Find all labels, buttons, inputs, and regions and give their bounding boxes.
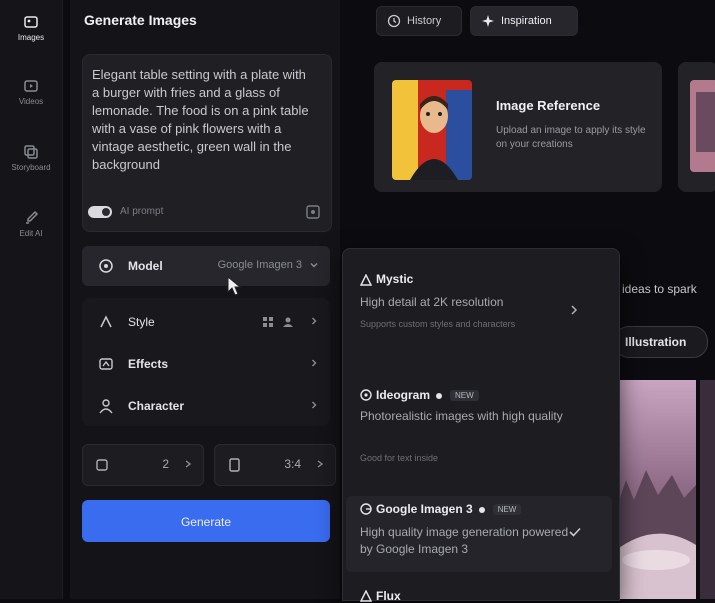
settings-icon[interactable] — [305, 204, 321, 220]
tab-inspiration[interactable]: Inspiration — [470, 6, 578, 36]
option-description: High detail at 2K resolution — [360, 295, 504, 309]
option-name-text: Google Imagen 3 — [376, 502, 473, 516]
ai-prompt-toggle[interactable] — [88, 206, 112, 218]
new-badge: NEW — [492, 504, 522, 516]
style-label: Style — [128, 315, 155, 329]
sparkle-icon — [482, 15, 494, 27]
clock-icon — [387, 14, 401, 28]
aspect-ratio-stepper[interactable]: 3:4 — [214, 444, 336, 486]
tab-label: History — [407, 15, 442, 27]
reference-thumbnail-art — [392, 80, 472, 180]
status-dot — [478, 506, 485, 513]
aspect-ratio-value: 3:4 — [284, 457, 301, 471]
chevron-down-icon — [310, 263, 318, 268]
chevron-right-icon — [571, 305, 578, 315]
gallery-image[interactable] — [616, 380, 696, 599]
stepper-arrow-icon[interactable] — [183, 458, 193, 470]
tab-history[interactable]: History — [376, 6, 462, 36]
rail-item-images[interactable]: Images — [6, 10, 56, 50]
gallery-image-peek[interactable] — [700, 380, 715, 599]
option-name: Flux — [376, 589, 401, 603]
next-card-peek[interactable] — [678, 62, 715, 192]
rail-item-storyboard[interactable]: Storyboard — [6, 144, 56, 172]
flux-icon — [360, 590, 372, 602]
chevron-right-icon — [312, 401, 317, 409]
ai-prompt-label: AI prompt — [120, 206, 164, 217]
model-icon — [99, 259, 113, 273]
option-description: High quality image generation powered by… — [360, 525, 569, 556]
prompt-input[interactable]: Elegant table setting with a plate with … — [92, 66, 312, 174]
gallery-image-art — [616, 380, 696, 599]
aspect-ratio-icon — [229, 458, 240, 472]
character-label: Character — [128, 399, 185, 413]
option-description: Photorealistic images with high quality — [360, 409, 563, 423]
effects-label: Effects — [128, 357, 169, 371]
option-meta: Supports custom styles and characters — [360, 319, 516, 329]
rail-item-videos[interactable]: Videos — [6, 78, 56, 106]
rail-item-edit-ai[interactable]: Edit AI — [6, 210, 56, 238]
reference-title: Image Reference — [496, 98, 601, 113]
nav-rail: Images Videos Storyboard Edit AI — [0, 0, 63, 599]
rail-item-label: Images — [17, 33, 45, 42]
video-icon — [24, 80, 38, 92]
style-row[interactable]: Style — [82, 302, 330, 342]
rail-item-label: Storyboard — [11, 163, 51, 172]
model-label: Model — [128, 259, 163, 273]
effects-row[interactable]: Effects — [82, 344, 330, 384]
brush-icon — [26, 210, 39, 224]
option-name: Google Imagen 3 NEW — [376, 502, 522, 516]
count-stepper[interactable]: 2 — [82, 444, 204, 486]
checkmark-icon — [569, 527, 581, 537]
person-icon — [283, 317, 293, 327]
cursor-icon — [227, 276, 242, 296]
option-name: Ideogram NEW — [376, 388, 479, 402]
count-icon — [96, 459, 108, 471]
google-icon — [360, 503, 372, 515]
effects-icon — [99, 358, 113, 370]
stepper-arrow-icon[interactable] — [315, 458, 325, 470]
reference-description: Upload an image to apply its style on yo… — [496, 125, 646, 150]
character-row[interactable]: Character — [82, 386, 330, 426]
chevron-right-icon — [312, 317, 317, 325]
rail-item-label: Edit AI — [19, 229, 43, 238]
ideogram-icon — [360, 389, 372, 401]
grid-icon — [263, 317, 273, 327]
style-icon — [100, 315, 112, 328]
storyboard-icon — [24, 145, 38, 159]
option-name: Mystic — [376, 272, 414, 286]
model-row[interactable]: Model Google Imagen 3 — [82, 246, 330, 286]
rail-item-label: Videos — [18, 97, 44, 106]
count-value: 2 — [162, 457, 169, 471]
category-pill[interactable]: Illustration — [614, 326, 708, 358]
inspiration-subtitle: ideas to spark — [622, 282, 697, 296]
new-badge: NEW — [450, 390, 479, 402]
model-value: Google Imagen 3 — [217, 259, 302, 271]
generate-button[interactable]: Generate — [82, 500, 330, 542]
reference-thumbnail — [392, 80, 472, 180]
next-card-art — [690, 80, 715, 172]
option-name-text: Ideogram — [376, 388, 431, 402]
panel-title: Generate Images — [84, 12, 197, 28]
character-icon — [99, 399, 113, 414]
tab-label: Inspiration — [501, 15, 552, 27]
image-icon — [24, 16, 38, 28]
chevron-right-icon — [312, 359, 317, 367]
status-dot — [436, 392, 443, 399]
mystic-icon — [360, 274, 372, 286]
option-meta: Good for text inside — [360, 453, 439, 463]
